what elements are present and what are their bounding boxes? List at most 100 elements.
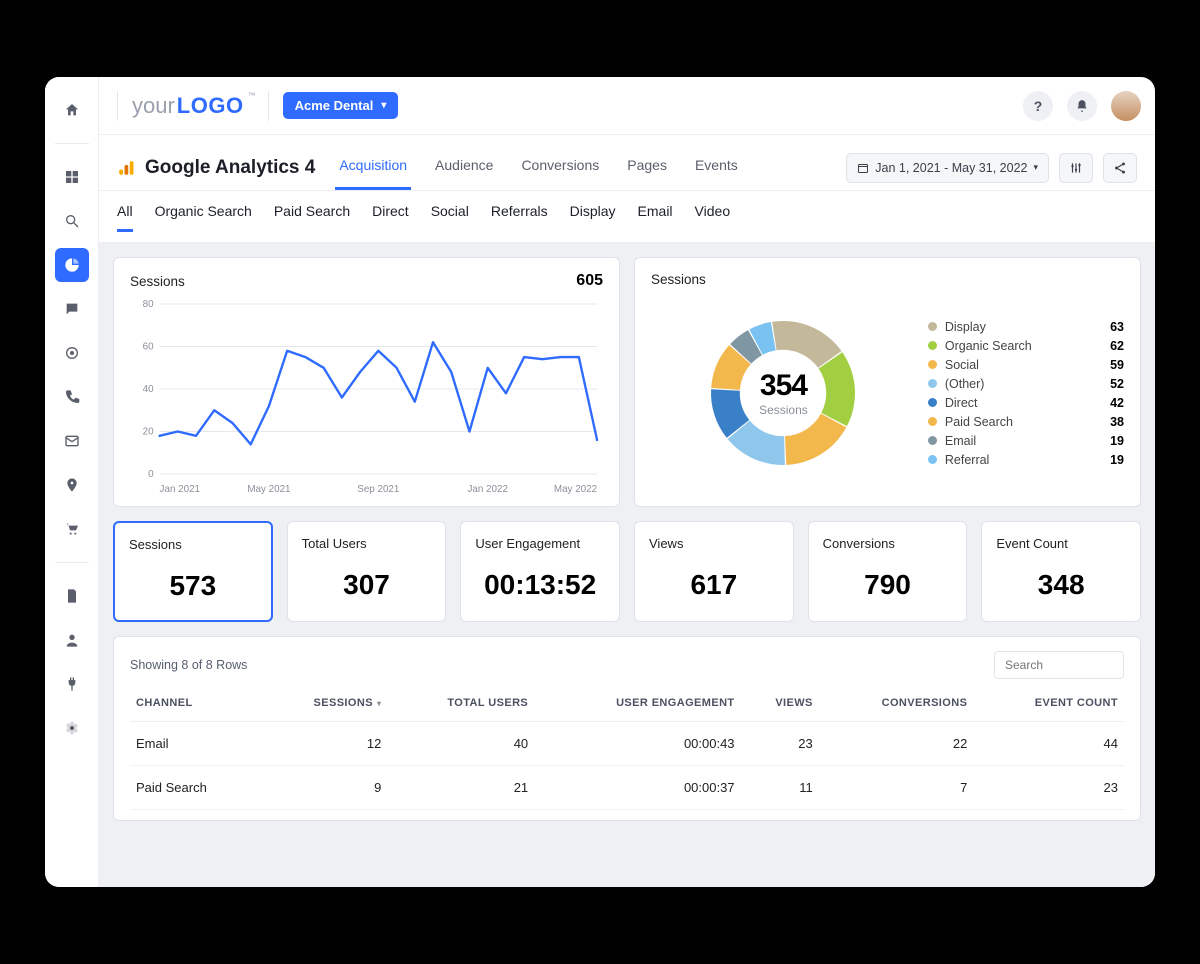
- svg-text:0: 0: [148, 469, 154, 480]
- nav-target[interactable]: [55, 336, 89, 370]
- svg-text:60: 60: [143, 341, 154, 352]
- phone-icon: [64, 389, 80, 405]
- channel-tab-all[interactable]: All: [117, 203, 133, 232]
- channel-tab-paid[interactable]: Paid Search: [274, 203, 350, 232]
- caret-down-icon: ▾: [381, 100, 386, 111]
- nav-plug[interactable]: [55, 667, 89, 701]
- svg-text:May 2022: May 2022: [554, 484, 598, 495]
- plug-icon: [64, 676, 80, 692]
- legend-item[interactable]: (Other)52: [928, 377, 1124, 391]
- google-analytics-icon: [117, 159, 135, 177]
- metric-value: 307: [302, 569, 432, 601]
- table-cell: Email: [130, 722, 261, 766]
- legend-item[interactable]: Organic Search62: [928, 339, 1124, 353]
- table-row[interactable]: Email124000:00:43232244: [130, 722, 1124, 766]
- account-selector[interactable]: Acme Dental ▾: [283, 92, 399, 119]
- channels-table-card: Showing 8 of 8 Rows CHANNELSESSIONS▾TOTA…: [113, 636, 1141, 821]
- channel-tab-email[interactable]: Email: [638, 203, 673, 232]
- account-name: Acme Dental: [295, 98, 374, 113]
- sessions-trend-total: 605: [576, 272, 603, 290]
- nav-analytics[interactable]: [55, 248, 89, 282]
- metric-tile[interactable]: Views617: [634, 521, 794, 622]
- channel-tab-video[interactable]: Video: [695, 203, 731, 232]
- metric-tile[interactable]: User Engagement00:13:52: [460, 521, 620, 622]
- tab-events[interactable]: Events: [691, 145, 742, 190]
- nav-search[interactable]: [55, 204, 89, 238]
- nav-location[interactable]: [55, 468, 89, 502]
- metric-tile[interactable]: Sessions573: [113, 521, 273, 622]
- metric-tile[interactable]: Event Count348: [981, 521, 1141, 622]
- nav-settings[interactable]: [55, 711, 89, 745]
- tab-audience[interactable]: Audience: [431, 145, 497, 190]
- table-showing-text: Showing 8 of 8 Rows: [130, 658, 247, 672]
- legend-item[interactable]: Referral19: [928, 453, 1124, 467]
- sort-indicator-icon: ▾: [377, 699, 381, 708]
- nav-chat[interactable]: [55, 292, 89, 326]
- file-icon: [64, 588, 80, 604]
- share-button[interactable]: [1103, 153, 1137, 183]
- legend-item[interactable]: Display63: [928, 320, 1124, 334]
- nav-phone[interactable]: [55, 380, 89, 414]
- content-area: Sessions 605 020406080Jan 2021May 2021Se…: [99, 243, 1155, 887]
- help-button[interactable]: ?: [1023, 91, 1053, 121]
- channel-tab-referrals[interactable]: Referrals: [491, 203, 548, 232]
- legend-value: 52: [1092, 377, 1124, 391]
- svg-text:Jan 2022: Jan 2022: [467, 484, 508, 495]
- channel-tab-organic[interactable]: Organic Search: [155, 203, 252, 232]
- legend-item[interactable]: Email19: [928, 434, 1124, 448]
- table-header[interactable]: CONVERSIONS: [819, 689, 974, 722]
- table-cell: 9: [261, 766, 387, 810]
- metric-label: Views: [649, 536, 779, 551]
- donut-center-label: Sessions: [759, 403, 808, 417]
- table-header[interactable]: CHANNEL: [130, 689, 261, 722]
- tab-conversions[interactable]: Conversions: [517, 145, 603, 190]
- legend-item[interactable]: Paid Search38: [928, 415, 1124, 429]
- svg-text:40: 40: [143, 384, 154, 395]
- table-row[interactable]: Paid Search92100:00:3711723: [130, 766, 1124, 810]
- metric-tile[interactable]: Total Users 307: [287, 521, 447, 622]
- donut-legend: Display63 Organic Search62 Social59 (Other)…: [928, 320, 1124, 467]
- table-header[interactable]: SESSIONS▾: [261, 689, 387, 722]
- nav-mail[interactable]: [55, 424, 89, 458]
- metric-label: Total Users: [302, 536, 432, 551]
- user-avatar[interactable]: [1111, 91, 1141, 121]
- metric-value: 348: [996, 569, 1126, 601]
- cart-icon: [64, 521, 80, 537]
- brand-part2: LOGO: [177, 93, 244, 119]
- legend-name: Display: [945, 320, 1084, 334]
- table-header[interactable]: USER ENGAGEMENT: [534, 689, 740, 722]
- sessions-line-chart: 020406080Jan 2021May 2021Sep 2021Jan 202…: [130, 296, 603, 496]
- tab-pages[interactable]: Pages: [623, 145, 671, 190]
- legend-item[interactable]: Social59: [928, 358, 1124, 372]
- table-header[interactable]: TOTAL USERS: [387, 689, 534, 722]
- brand-logo: your LOGO ™: [132, 93, 254, 119]
- legend-item[interactable]: Direct42: [928, 396, 1124, 410]
- legend-value: 42: [1092, 396, 1124, 410]
- divider: [117, 91, 118, 121]
- table-header[interactable]: EVENT COUNT: [973, 689, 1124, 722]
- notifications-button[interactable]: [1067, 91, 1097, 121]
- nav-home[interactable]: [55, 93, 89, 127]
- channel-tab-display[interactable]: Display: [570, 203, 616, 232]
- svg-text:May 2021: May 2021: [247, 484, 291, 495]
- primary-tabs: Acquisition Audience Conversions Pages Event…: [335, 145, 741, 190]
- nav-grid[interactable]: [55, 160, 89, 194]
- table-header[interactable]: VIEWS: [741, 689, 819, 722]
- channel-tab-direct[interactable]: Direct: [372, 203, 409, 232]
- nav-document[interactable]: [55, 579, 89, 613]
- settings-button[interactable]: [1059, 153, 1093, 183]
- table-cell: 12: [261, 722, 387, 766]
- mail-icon: [64, 433, 80, 449]
- nav-user[interactable]: [55, 623, 89, 657]
- nav-cart[interactable]: [55, 512, 89, 546]
- date-range-picker[interactable]: Jan 1, 2021 - May 31, 2022 ▾: [846, 153, 1049, 183]
- tab-acquisition[interactable]: Acquisition: [335, 145, 411, 190]
- sessions-donut-title: Sessions: [651, 272, 706, 287]
- channel-tab-social[interactable]: Social: [431, 203, 469, 232]
- metric-tile[interactable]: Conversions790: [808, 521, 968, 622]
- legend-value: 59: [1092, 358, 1124, 372]
- metric-label: Conversions: [823, 536, 953, 551]
- table-search-input[interactable]: [994, 651, 1124, 679]
- legend-value: 19: [1092, 434, 1124, 448]
- legend-color-dot: [928, 436, 937, 445]
